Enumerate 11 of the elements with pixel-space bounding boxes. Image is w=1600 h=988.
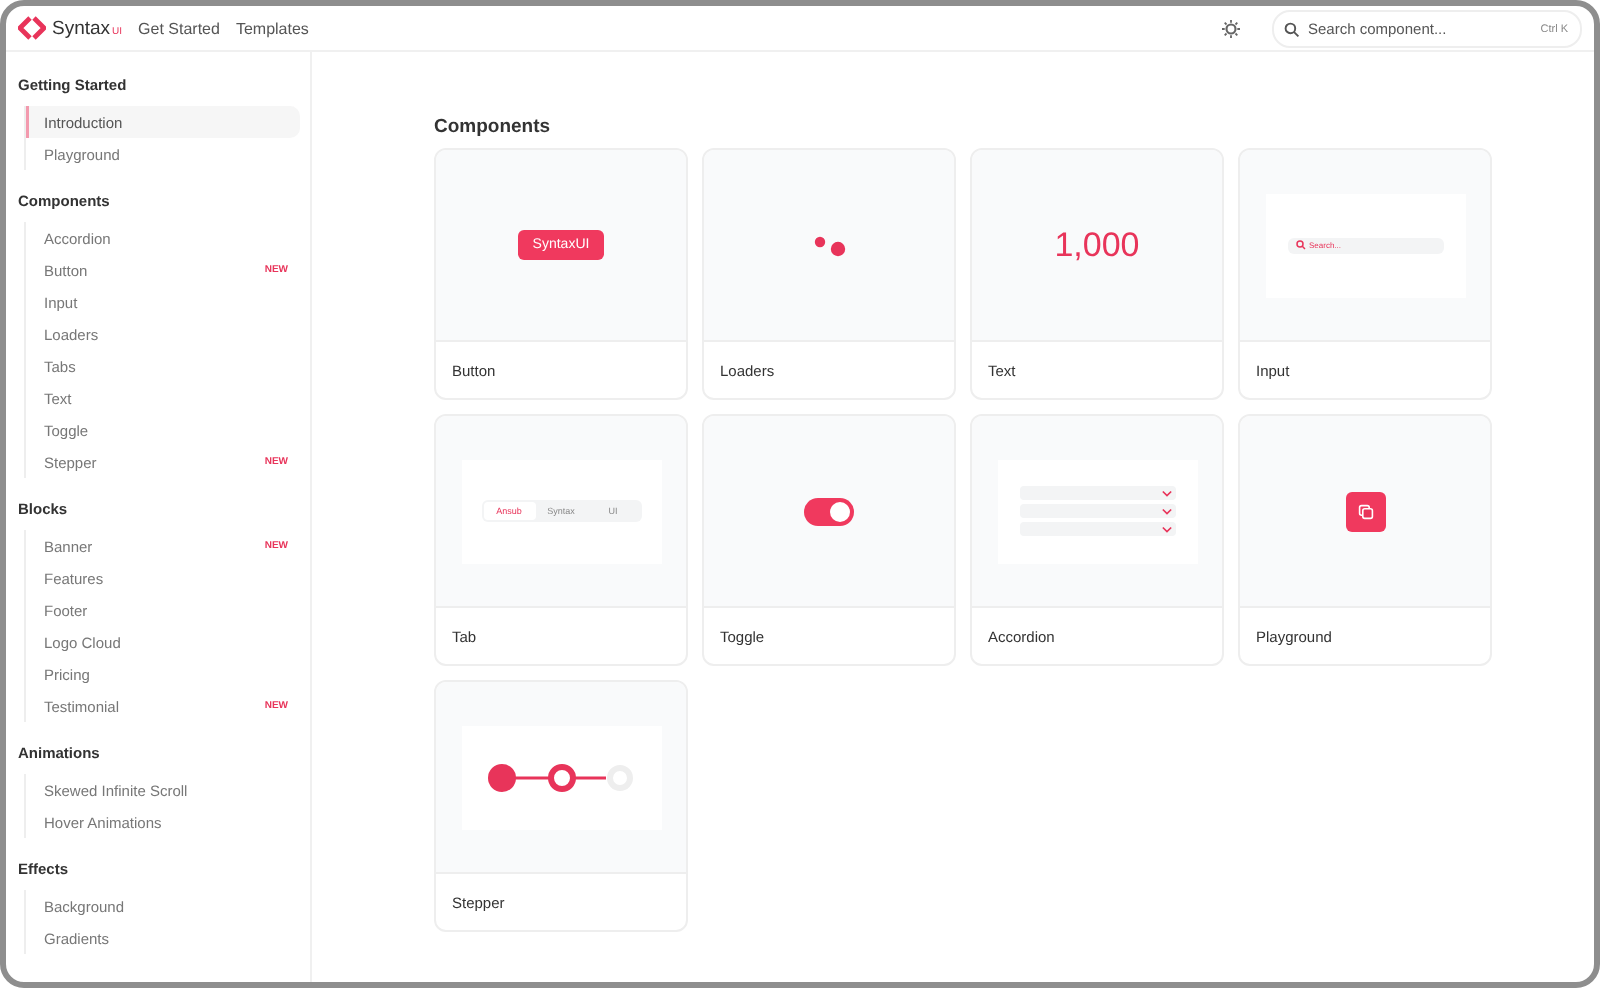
page-heading: Components: [434, 116, 553, 138]
copy-icon: [1345, 491, 1385, 531]
sun-icon[interactable]: [1222, 19, 1240, 37]
nav-link[interactable]: Get Started: [138, 19, 220, 37]
brand-name[interactable]: Syntax: [52, 17, 111, 39]
counter-text: 1,000: [1054, 225, 1140, 265]
nav-link[interactable]: Templates: [235, 19, 309, 37]
search-icon: [1284, 21, 1300, 37]
logo-icon[interactable]: [18, 16, 46, 40]
loader-dots-icon: [811, 233, 847, 257]
search-icon: [1295, 240, 1305, 250]
